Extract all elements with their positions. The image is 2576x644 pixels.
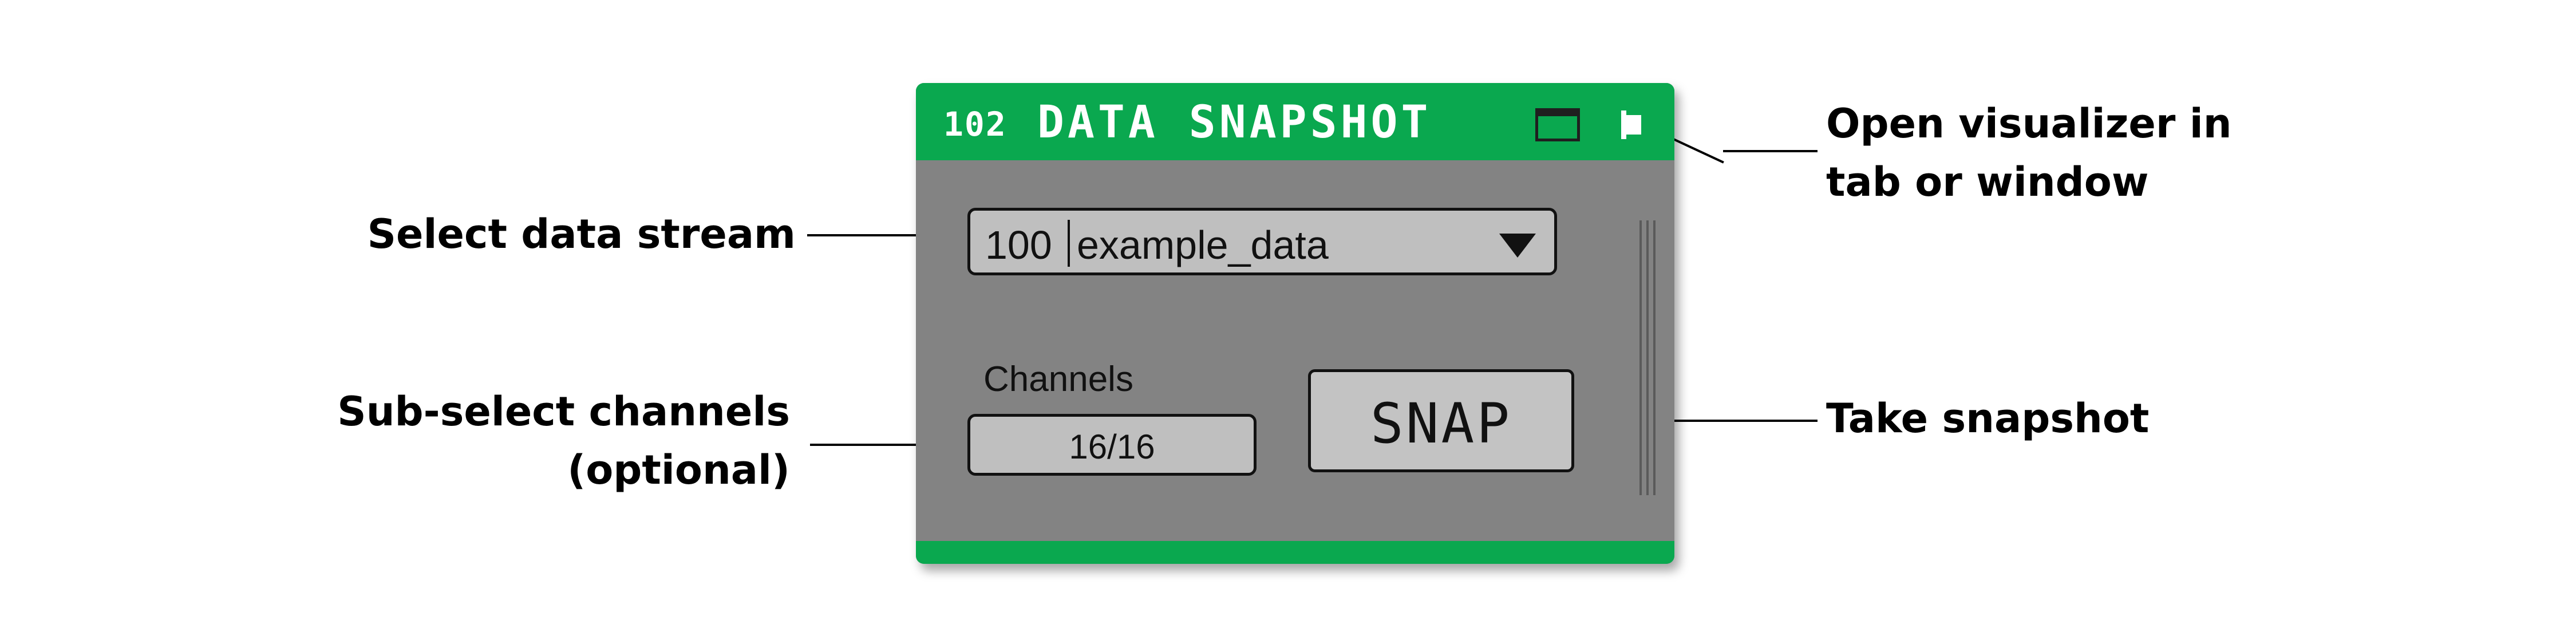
channels-field[interactable]: 16/16 bbox=[967, 414, 1257, 476]
annotation-take-snapshot-text: Take snapshot bbox=[1826, 395, 2150, 442]
window-icon[interactable] bbox=[1535, 108, 1580, 141]
channels-value: 16/16 bbox=[1069, 428, 1155, 466]
stream-separator bbox=[1068, 220, 1070, 267]
annotation-sub-select-line1: Sub-select channels bbox=[337, 388, 790, 435]
data-stream-dropdown[interactable]: 100 example_data bbox=[967, 208, 1557, 275]
annotation-sub-select-channels: Sub-select channels (optional) bbox=[321, 382, 790, 499]
widget-header: 102 DATA SNAPSHOT bbox=[916, 83, 1674, 160]
annotation-open-visualizer-line2: tab or window bbox=[1826, 159, 2149, 206]
snap-button[interactable]: SNAP bbox=[1308, 369, 1574, 472]
annotation-take-snapshot: Take snapshot bbox=[1826, 389, 2227, 448]
leader-line-open-visualizer bbox=[1723, 150, 1818, 152]
widget-footer bbox=[916, 541, 1674, 564]
annotation-open-visualizer-line1: Open visualizer in bbox=[1826, 100, 2232, 147]
annotation-select-data-stream-text: Select data stream bbox=[367, 211, 796, 258]
snap-button-label: SNAP bbox=[1370, 392, 1512, 456]
annotation-sub-select-line2: (optional) bbox=[567, 447, 790, 493]
stream-id: 100 bbox=[985, 223, 1052, 267]
annotation-open-visualizer: Open visualizer in tab or window bbox=[1826, 94, 2399, 211]
annotation-select-data-stream: Select data stream bbox=[343, 205, 796, 263]
scrollbar[interactable] bbox=[1639, 220, 1657, 495]
widget-title: DATA SNAPSHOT bbox=[1037, 97, 1432, 148]
channels-label: Channels bbox=[983, 359, 1133, 399]
chevron-down-icon bbox=[1499, 234, 1536, 258]
stream-name: example_data bbox=[1077, 223, 1329, 267]
data-snapshot-widget: 102 DATA SNAPSHOT 100 example_data Chann… bbox=[916, 83, 1674, 564]
tab-icon[interactable] bbox=[1619, 107, 1644, 143]
widget-number: 102 bbox=[943, 105, 1007, 144]
